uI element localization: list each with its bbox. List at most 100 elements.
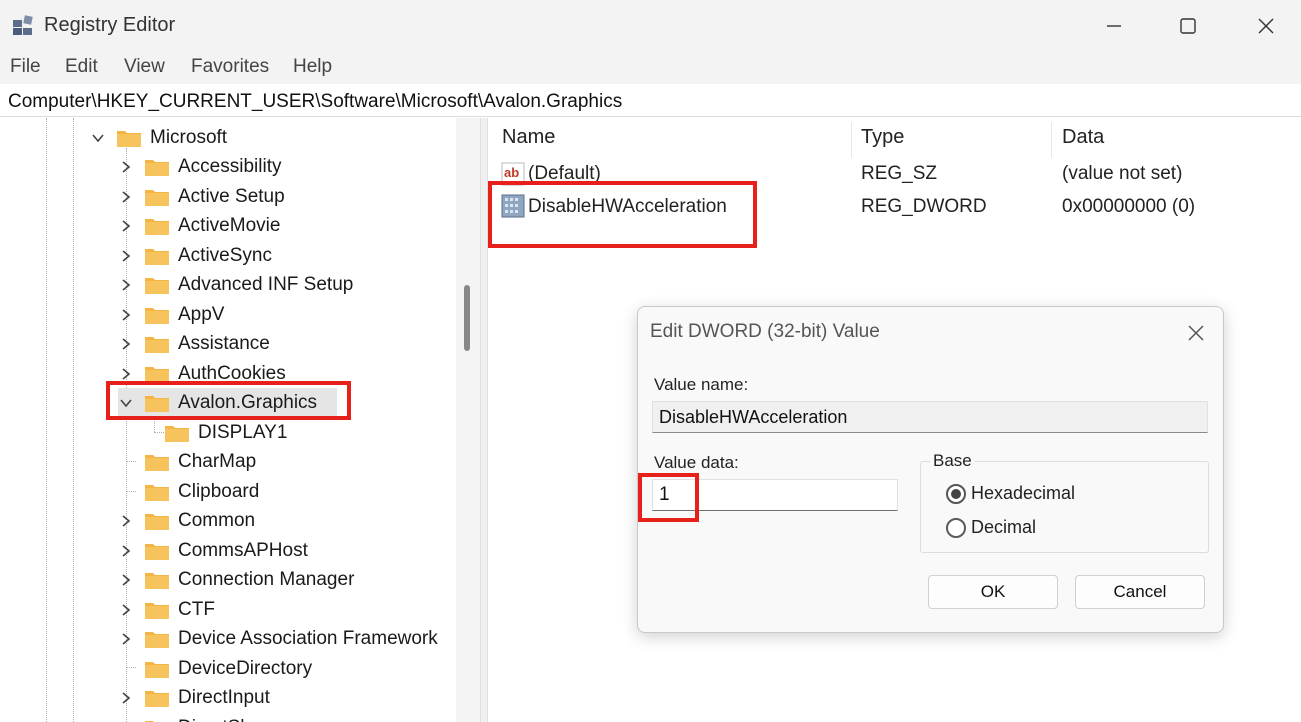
tree-item[interactable]: CommsAPHost [118, 536, 308, 565]
tree-item-label: DeviceDirectory [178, 657, 313, 679]
folder-icon [144, 718, 170, 722]
tree-item-label: Advanced INF Setup [178, 273, 354, 295]
menu-view[interactable]: View [124, 56, 165, 78]
svg-text:ab: ab [504, 165, 519, 180]
chevron-right-icon[interactable] [118, 631, 134, 647]
folder-icon [144, 305, 170, 325]
column-header-type[interactable]: Type [861, 126, 904, 149]
value-data-input[interactable]: 1 [652, 479, 898, 511]
tree-item[interactable]: DirectSh... [118, 713, 267, 722]
chevron-right-icon[interactable] [118, 159, 134, 175]
tree-item-microsoft[interactable]: Microsoft [90, 123, 227, 152]
minimize-button[interactable] [1094, 6, 1134, 46]
value-data: (value not set) [1062, 163, 1183, 184]
close-icon [1188, 325, 1204, 341]
menu-edit[interactable]: Edit [65, 56, 98, 78]
tree-item[interactable]: Clipboard [118, 477, 259, 506]
chevron-right-icon[interactable] [118, 602, 134, 618]
close-button[interactable] [1246, 6, 1286, 46]
tree-item[interactable]: Connection Manager [118, 565, 354, 594]
decimal-label[interactable]: Decimal [971, 517, 1036, 538]
tree-item[interactable]: AppV [118, 300, 224, 329]
tree-item-label: Active Setup [178, 185, 285, 207]
column-header-name[interactable]: Name [502, 126, 555, 149]
chevron-right-icon[interactable] [118, 189, 134, 205]
folder-icon [144, 334, 170, 354]
value-type: REG_SZ [861, 163, 938, 184]
tree-item-label: Device Association Framework [178, 627, 438, 649]
menu-file[interactable]: File [10, 56, 41, 78]
column-separator[interactable] [1051, 122, 1052, 158]
tree-item-label: CTF [178, 598, 215, 620]
chevron-right-icon[interactable] [118, 277, 134, 293]
ok-button[interactable]: OK [928, 575, 1058, 609]
folder-icon [116, 128, 142, 148]
chevron-right-icon[interactable] [118, 366, 134, 382]
folder-icon [144, 511, 170, 531]
folder-icon [164, 423, 190, 443]
hexadecimal-radio[interactable] [946, 484, 966, 504]
hexadecimal-label[interactable]: Hexadecimal [971, 483, 1075, 504]
tree-item[interactable]: AuthCookies [118, 359, 286, 388]
chevron-right-icon[interactable] [118, 307, 134, 323]
value-name-label: Value name: [654, 375, 749, 394]
tree-item[interactable]: CharMap [118, 447, 256, 476]
cancel-button[interactable]: Cancel [1075, 575, 1205, 609]
tree-item[interactable]: ActiveMovie [118, 211, 280, 240]
maximize-button[interactable] [1168, 6, 1208, 46]
column-separator[interactable] [851, 122, 852, 158]
tree-scrollbar[interactable] [456, 118, 480, 722]
tree-guide-line [154, 416, 155, 432]
chevron-right-icon[interactable] [118, 336, 134, 352]
window-title: Registry Editor [44, 14, 176, 36]
address-path[interactable]: Computer\HKEY_CURRENT_USER\Software\Micr… [8, 91, 622, 113]
chevron-right-icon[interactable] [118, 572, 134, 588]
tree-item[interactable]: DISPLAY1 [164, 418, 287, 447]
tree-item[interactable]: Accessibility [118, 152, 281, 181]
column-header-data[interactable]: Data [1062, 126, 1104, 149]
decimal-radio[interactable] [946, 518, 966, 538]
tree-item[interactable]: Device Association Framework [118, 624, 438, 653]
menu-favorites[interactable]: Favorites [191, 56, 269, 78]
tree-item-label: Microsoft [150, 126, 228, 148]
folder-icon [144, 393, 170, 413]
chevron-right-icon[interactable] [118, 218, 134, 234]
pane-splitter[interactable] [480, 118, 488, 722]
chevron-right-icon[interactable] [118, 248, 134, 264]
address-bar[interactable]: Computer\HKEY_CURRENT_USER\Software\Micr… [0, 85, 1301, 117]
value-data: 0x00000000 (0) [1062, 196, 1196, 217]
title-bar: Registry Editor [0, 0, 1301, 52]
folder-icon [144, 187, 170, 207]
tree-item[interactable]: CTF [118, 595, 215, 624]
tree-item[interactable]: Advanced INF Setup [118, 270, 353, 299]
tree-item[interactable]: DirectInput [118, 683, 270, 712]
tree-item-label: DirectSh... [178, 717, 267, 722]
chevron-down-icon[interactable] [118, 395, 134, 411]
dialog-close-button[interactable] [1182, 319, 1210, 347]
tree-item[interactable]: Assistance [118, 329, 270, 358]
menu-help[interactable]: Help [293, 56, 332, 78]
tree-guide-line [73, 118, 74, 722]
tree-item[interactable]: DeviceDirectory [118, 654, 312, 683]
value-type: REG_DWORD [861, 196, 987, 217]
tree-item[interactable]: Common [118, 506, 255, 535]
folder-icon [144, 246, 170, 266]
base-group [920, 461, 1209, 553]
tree-scrollbar-thumb[interactable] [464, 285, 470, 351]
tree-item-label: CharMap [178, 450, 257, 472]
tree-item-label: Avalon.Graphics [178, 391, 318, 413]
folder-icon [144, 541, 170, 561]
tree-item[interactable]: Active Setup [118, 182, 285, 211]
folder-icon [144, 600, 170, 620]
chevron-right-icon[interactable] [118, 513, 134, 529]
tree-item[interactable]: Avalon.Graphics [118, 388, 338, 417]
tree-item-label: Clipboard [178, 480, 260, 502]
tree-item[interactable]: ActiveSync [118, 241, 272, 270]
chevron-right-icon[interactable] [118, 690, 134, 706]
chevron-down-icon[interactable] [90, 130, 106, 146]
key-tree[interactable]: Microsoft Accessibility Active Setup Activ… [0, 118, 480, 722]
folder-icon [144, 570, 170, 590]
chevron-right-icon[interactable] [118, 543, 134, 559]
tree-item-label: Accessibility [178, 155, 282, 177]
value-name: (Default) [528, 163, 601, 184]
